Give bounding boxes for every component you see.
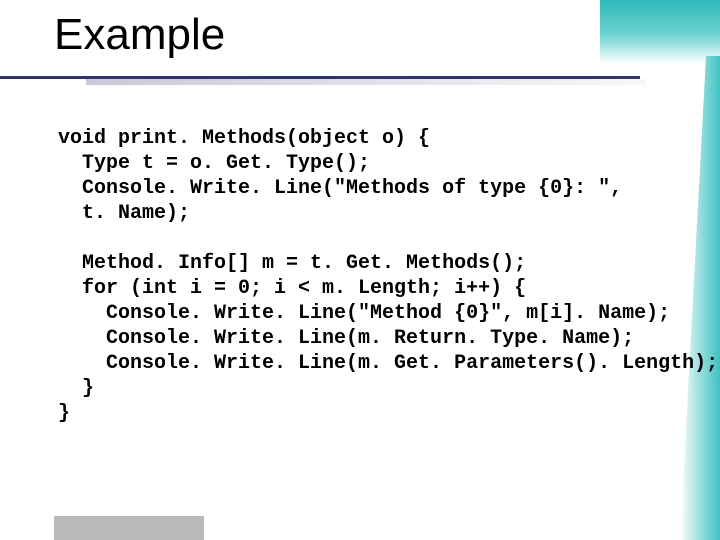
code-line: Console. Write. Line("Method {0}", m[i].… (58, 302, 670, 325)
code-line: t. Name); (58, 202, 190, 225)
code-block: void print. Methods(object o) { Type t =… (58, 126, 660, 426)
slide-title: Example (54, 10, 690, 60)
code-line: Type t = o. Get. Type(); (58, 152, 370, 175)
code-line: } (58, 402, 70, 425)
slide: Example void print. Methods(object o) { … (0, 0, 720, 540)
code-line: Method. Info[] m = t. Get. Methods(); (58, 252, 526, 275)
title-rule (0, 76, 640, 84)
code-line: Console. Write. Line(m. Get. Parameters(… (58, 352, 718, 375)
code-line: Console. Write. Line("Methods of type {0… (58, 177, 622, 200)
code-line: Console. Write. Line(m. Return. Type. Na… (58, 327, 634, 350)
code-line: for (int i = 0; i < m. Length; i++) { (58, 277, 526, 300)
right-gradient-wedge (680, 56, 720, 540)
code-line: void print. Methods(object o) { (58, 127, 430, 150)
title-rule-shadow (86, 79, 646, 85)
bottom-left-block (54, 516, 204, 540)
code-line: } (58, 377, 94, 400)
title-area: Example (54, 10, 690, 64)
